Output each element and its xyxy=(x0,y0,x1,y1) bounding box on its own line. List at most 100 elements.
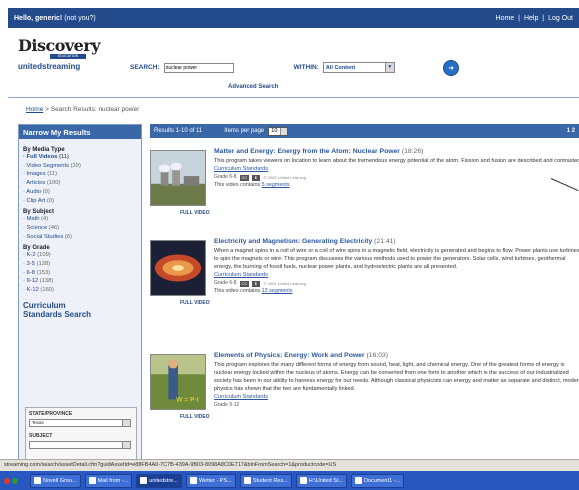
window-icon xyxy=(140,477,148,484)
copyright: © 2005 United Learning xyxy=(263,175,306,180)
top-bar: Hello, generic! (not you?) Home | Help |… xyxy=(8,8,579,28)
video-thumbnail[interactable] xyxy=(150,150,206,206)
taskbar-item-active[interactable]: unitedstre... xyxy=(136,473,182,488)
full-video-link[interactable]: FULL VIDEO xyxy=(180,414,210,420)
video-thumbnail[interactable]: W = P·t xyxy=(150,354,206,410)
taskbar-label: unitedstre... xyxy=(149,477,178,484)
item-label: K-12 xyxy=(26,287,39,294)
logout-link[interactable]: Log Out xyxy=(548,15,573,22)
duration: (18:26) xyxy=(401,148,424,155)
sidebar-item-grade-9-12[interactable]: · 9-12 (138) xyxy=(23,277,137,286)
sidebar-item-grade-3-5[interactable]: · 3-5 (128) xyxy=(23,260,137,269)
result-title[interactable]: Elements of Physics: Energy: Work and Po… xyxy=(214,352,579,359)
taskbar-label: Mail from -... xyxy=(97,477,129,484)
taskbar-label: Student Res... xyxy=(252,477,288,484)
search-input[interactable] xyxy=(163,62,234,73)
download-icon[interactable]: ⬇ xyxy=(252,280,260,287)
advanced-search-link[interactable]: Advanced Search xyxy=(228,84,278,90)
subject-label: SUBJECT xyxy=(29,433,53,439)
sidebar-item-grade-k12[interactable]: · K-12 (160) xyxy=(23,286,137,295)
folder-icon xyxy=(299,477,307,484)
state-select[interactable]: Texas xyxy=(29,419,131,427)
state-label: STATE/PROVINCE xyxy=(29,411,73,417)
curriculum-standards-link[interactable]: Curriculum Standards xyxy=(214,393,579,401)
breadcrumb-home[interactable]: Home xyxy=(26,106,43,113)
top-links: Home | Help | Log Out xyxy=(494,15,573,22)
result-meta: Grade 6-8 CC ⬇ © 2005 United Learning xyxy=(214,173,579,182)
segments-link[interactable]: 5 segments xyxy=(262,182,290,188)
search-area: SEARCH: WITHIN: All Content ▼ xyxy=(130,62,395,73)
taskbar-item[interactable]: Document1 -... xyxy=(350,473,405,488)
curriculum-standards-link[interactable]: Curriculum Standards xyxy=(214,165,579,173)
contains-text: This video contains xyxy=(214,288,262,294)
red-dot xyxy=(4,477,10,484)
taskbar-item[interactable]: Novell Grou... xyxy=(30,473,81,488)
item-label: 3-5 xyxy=(26,261,35,268)
subject-select[interactable] xyxy=(29,441,131,449)
help-link[interactable]: Help xyxy=(524,15,538,22)
sidebar-item-clip-art[interactable]: · Clip Art (0) xyxy=(23,197,137,206)
pagination[interactable]: 1 2 xyxy=(567,128,575,134)
sidebar-item-grade-k2[interactable]: · K-2 (109) xyxy=(23,251,137,260)
item-count: (109) xyxy=(37,252,51,259)
curriculum-standards-title: Curriculum Standards Search xyxy=(23,301,137,319)
per-page-label: Items per page xyxy=(224,128,265,134)
chevron-down-icon xyxy=(122,420,130,426)
title-text: Elements of Physics: Energy: Work and Po… xyxy=(214,352,365,359)
sidebar-item-math[interactable]: · Math (4) xyxy=(23,215,137,224)
segments-link[interactable]: 13 segments xyxy=(262,288,293,294)
results-bar: Results 1-10 of 11 Items per page 10 1 2 xyxy=(150,124,579,138)
divider xyxy=(8,97,579,98)
chevron-down-icon xyxy=(280,127,288,135)
within-select[interactable]: All Content ▼ xyxy=(322,62,395,73)
sidebar-item-science[interactable]: · Science (46) xyxy=(23,224,137,233)
green-dot xyxy=(12,477,18,484)
duration: (21:41) xyxy=(374,238,396,245)
item-label: 6-8 xyxy=(26,269,35,276)
result-text: Matter and Energy: Energy from the Atom:… xyxy=(214,148,579,188)
browser-status-bar: streaming.com/search/assetDetail.cfm?gui… xyxy=(0,459,579,471)
taskbar-item[interactable]: H:\United St... xyxy=(295,473,347,488)
sidebar-item-full-videos[interactable]: · Full Videos (11) xyxy=(23,153,137,162)
sidebar-item-articles[interactable]: · Articles (100) xyxy=(23,179,137,188)
item-label: Audio xyxy=(26,188,42,195)
sidebar-item-images[interactable]: · Images (11) xyxy=(23,170,137,179)
state-value: Texas xyxy=(32,420,44,425)
per-page-select[interactable]: 10 xyxy=(268,126,289,136)
arrow-right-icon: ➜ xyxy=(448,65,454,72)
discovery-logo[interactable]: Discovery EDUCATION unitedstreaming xyxy=(18,38,101,78)
result-description: This program explores the many different… xyxy=(214,362,579,392)
search-go-button[interactable]: ➜ xyxy=(443,60,459,76)
item-count: (39) xyxy=(70,162,81,169)
result-item: FULL VIDEO Electricity and Magnetism: Ge… xyxy=(150,238,579,338)
results-range: Results 1-10 of 11 xyxy=(154,128,203,134)
title-text: Electricity and Magnetism: Generating El… xyxy=(214,238,373,245)
sidebar-item-video-segments[interactable]: · Video Segments (39) xyxy=(23,162,137,171)
item-label: Articles xyxy=(26,180,46,187)
video-thumbnail[interactable] xyxy=(150,240,206,296)
taskbar-label: Wetter - PS... xyxy=(198,477,232,484)
cc-icon: CC xyxy=(239,174,250,181)
taskbar-label: H:\United St... xyxy=(308,477,343,484)
sidebar-item-audio[interactable]: · Audio (0) xyxy=(23,188,137,197)
full-video-link[interactable]: FULL VIDEO xyxy=(180,210,210,216)
sidebar-item-social-studies[interactable]: · Social Studies (6) xyxy=(23,233,137,242)
start-icon[interactable] xyxy=(4,474,26,488)
sidebar-item-grade-6-8[interactable]: · 6-8 (153) xyxy=(23,269,137,278)
per-page: Items per page 10 xyxy=(224,126,289,136)
result-title[interactable]: Matter and Energy: Energy from the Atom:… xyxy=(214,148,579,155)
not-you-link[interactable]: (not you?) xyxy=(64,15,96,22)
taskbar-item[interactable]: Wetter - PS... xyxy=(185,473,236,488)
sidebar-title: Narrow My Results xyxy=(19,125,141,139)
breadcrumb: Home > Search Results: nuclear power xyxy=(26,106,139,113)
title-text: Matter and Energy: Energy from the Atom:… xyxy=(214,148,400,155)
home-link[interactable]: Home xyxy=(496,15,515,22)
full-video-link[interactable]: FULL VIDEO xyxy=(180,300,210,306)
within-value: All Content xyxy=(325,64,356,71)
separator: | xyxy=(542,14,545,22)
download-icon[interactable]: ⬇ xyxy=(252,174,260,181)
curriculum-standards-link[interactable]: Curriculum Standards xyxy=(214,271,579,279)
taskbar-item[interactable]: Mail from -... xyxy=(84,473,133,488)
taskbar-item[interactable]: Student Res... xyxy=(239,473,292,488)
result-title[interactable]: Electricity and Magnetism: Generating El… xyxy=(214,238,579,245)
